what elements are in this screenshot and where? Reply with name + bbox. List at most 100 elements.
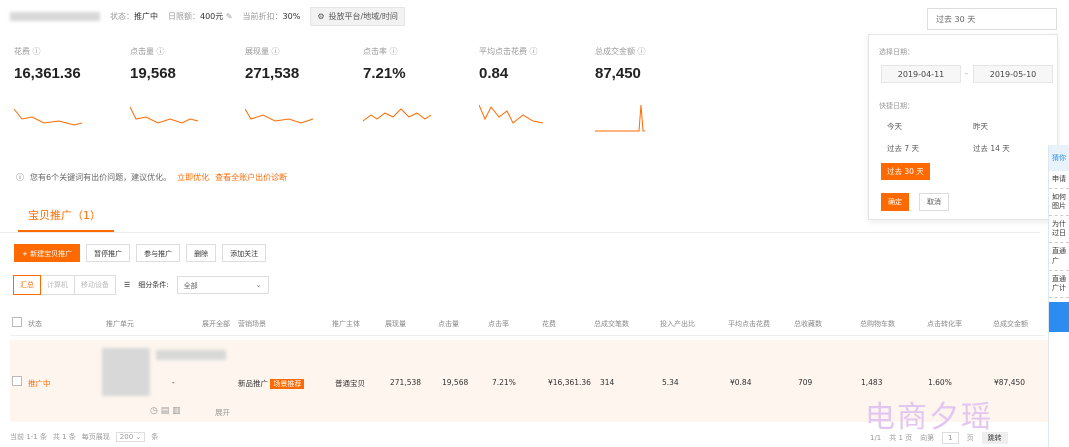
row-cvr: 1.60% [928,378,952,387]
optimize-link[interactable]: 立即优化 [177,172,209,183]
plan-name-blurred [10,11,100,21]
expand-link[interactable]: 展开 [215,407,230,418]
row-favs: 709 [798,378,813,387]
help-item[interactable]: 如何图片 [1049,189,1069,217]
per-page-select[interactable]: 200 ⌄ [115,432,146,442]
action-toolbar: + 新建宝贝推广 暂停推广 参与推广 删除 添加关注 [14,244,267,262]
impressions-sparkline [245,108,314,124]
row-status: 推广中 [28,379,51,388]
start-date-input[interactable]: 2019-04-11 [881,65,961,83]
row-icons[interactable]: ◷ ▤ ▥ [150,406,181,416]
col-scene[interactable]: 营销场景 [238,319,266,329]
help-side-panel: 猜你 申请 如何图片 为什过日 直通广 直通广计 [1048,145,1069,447]
help-item[interactable]: 直通广 [1049,243,1069,271]
col-cvr[interactable]: 点击转化率 [927,319,962,329]
row-scene: 新品推广 场景推荐 [238,378,305,389]
row-cost: ¥16,361.36 [548,378,591,387]
quick-today[interactable]: 今天 [887,121,902,132]
help-item[interactable]: 直通广计 [1049,271,1069,298]
detail-select[interactable]: 全部 ⌄ [176,276,269,294]
date-range-select[interactable]: 过去 30 天 [927,8,1057,30]
clicks-sparkline [130,106,199,124]
tab-item-promotion[interactable]: 宝贝推广（1） [28,207,101,223]
col-orders[interactable]: 总成交笔数 [594,319,629,329]
col-status[interactable]: 状态 [28,319,42,329]
help-item[interactable]: 为什过日 [1049,216,1069,244]
metric-ctr[interactable]: 点击率 ⓘ 7.21% [363,46,473,122]
table-header: 状态 推广单元 展开全部 营销场景 推广主体 展现量 点击量 点击率 花费 总成… [10,312,1045,336]
delete-button[interactable]: 删除 [186,244,217,262]
device-segment: 汇总 计算机 移动设备 [13,275,116,295]
col-roi[interactable]: 投入产出比 [660,319,695,329]
col-impressions[interactable]: 展现量 [385,319,406,329]
help-icon: ⓘ [271,47,280,56]
row-carts: 1,483 [861,378,883,387]
seg-computer[interactable]: 计算机 [40,275,75,295]
quick-past14[interactable]: 过去 14 天 [973,143,1010,154]
col-ctr[interactable]: 点击率 [488,319,509,329]
quick-past30[interactable]: 过去 30 天 [881,163,930,180]
watermark-text: 电商夕瑶 [865,400,993,435]
help-item[interactable]: 申请 [1049,171,1069,190]
help-icon: ⓘ [32,47,41,56]
metric-clicks[interactable]: 点击量 ⓘ 19,568 [130,46,240,124]
edit-icon[interactable]: ✎ [226,12,233,21]
metric-cpc[interactable]: 平均点击花费 ⓘ 0.84 [479,46,589,124]
product-thumbnail [102,348,150,396]
col-cpc[interactable]: 平均点击花费 [728,319,770,329]
quick-yesterday[interactable]: 昨天 [973,121,988,132]
help-action-button[interactable] [1049,301,1069,332]
filter-bar: 汇总 计算机 移动设备 ☰ 细分条件: 全部 ⌄ [13,275,269,295]
end-date-input[interactable]: 2019-05-10 [973,65,1053,83]
gmv-sparkline [595,104,645,132]
col-clicks[interactable]: 点击量 [438,319,459,329]
row-roi: 5.34 [662,378,679,387]
info-icon: ⓘ [16,173,24,182]
row-cpc: ¥0.84 [730,378,752,387]
quick-past7[interactable]: 过去 7 天 [887,143,919,154]
col-favs[interactable]: 总收藏数 [794,319,822,329]
bid-notice: ⓘ 您有6个关键词有出价问题，建议优化。 立即优化 查看全账户出价诊断 [16,172,288,183]
list-icon: ☰ [124,281,131,289]
pause-button[interactable]: 暂停推广 [86,244,131,262]
cpc-sparkline [479,104,544,124]
diagnosis-link[interactable]: 查看全账户出价诊断 [215,172,287,183]
col-gmv[interactable]: 总成交金额 [993,319,1028,329]
ctr-sparkline [363,108,432,122]
metric-impressions[interactable]: 展现量 ⓘ 271,538 [245,46,355,124]
help-icon: ⓘ [389,47,398,56]
date-picker-popover: 选择日期： 2019-04-11 - 2019-05-10 快捷日期： 今天 昨… [868,34,1058,220]
gear-icon: ⚙ [317,11,325,21]
metric-cost[interactable]: 花费 ⓘ 16,361.36 [14,46,124,126]
row-checkbox[interactable] [12,376,22,386]
select-all-checkbox[interactable] [12,317,22,327]
seg-mobile[interactable]: 移动设备 [74,275,116,295]
col-unit: 推广单元 [106,320,134,328]
budget-info: 日限额：400元 ✎ [168,11,233,21]
join-button[interactable]: 参与推广 [136,244,181,262]
cost-sparkline [14,108,83,126]
platform-button[interactable]: ⚙ 投放平台/地域/时间 [310,6,405,26]
new-promotion-button[interactable]: + 新建宝贝推广 [14,244,81,262]
row-clicks: 19,568 [442,378,469,387]
col-carts[interactable]: 总购物车数 [860,319,895,329]
follow-button[interactable]: 添加关注 [222,244,267,262]
confirm-button[interactable]: 确定 [881,193,909,211]
row-orders: 314 [600,378,615,387]
cancel-button[interactable]: 取消 [919,193,949,211]
row-impressions: 271,538 [390,378,422,387]
help-header: 猜你 [1049,145,1069,171]
detail-label: 细分条件: [138,281,169,289]
row-gmv: ¥87,450 [994,378,1026,387]
seg-summary[interactable]: 汇总 [13,275,41,295]
row-ctr: 7.21% [492,378,516,387]
row-dash: - [172,378,175,387]
metric-gmv[interactable]: 总成交金额 ⓘ 87,450 [595,46,705,132]
help-icon: ⓘ [156,47,165,56]
expand-all-link[interactable]: 展开全部 [202,319,230,329]
chevron-down-icon: ⌄ [255,281,262,289]
tab-divider [0,232,1040,233]
scene-badge[interactable]: 场景推荐 [270,379,305,389]
col-subject: 推广主体 [332,320,360,328]
col-cost[interactable]: 花费 [542,319,556,329]
